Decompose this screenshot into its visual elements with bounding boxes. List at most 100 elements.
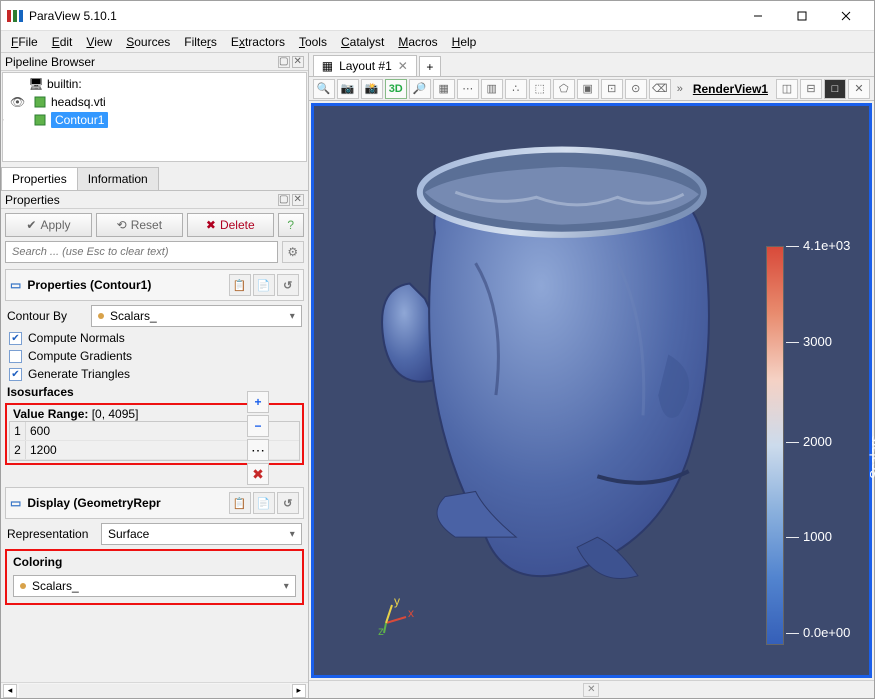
- menu-edit[interactable]: Edit: [46, 33, 79, 51]
- representation-label: Representation: [7, 527, 97, 541]
- 3d-toggle-button[interactable]: 3D: [385, 79, 407, 99]
- check-compute-gradients[interactable]: Compute Gradients: [1, 347, 308, 365]
- menu-filters[interactable]: Filters: [178, 33, 223, 51]
- menu-bar: FFileFile Edit View Sources Filters Extr…: [1, 31, 874, 53]
- copy-button[interactable]: 📋: [229, 492, 251, 514]
- camera-button[interactable]: 📷: [337, 79, 359, 99]
- svg-text:x: x: [408, 606, 414, 620]
- representation-combo[interactable]: Surface: [101, 523, 302, 545]
- server-icon: 🖥: [29, 77, 43, 91]
- menu-view[interactable]: View: [80, 33, 118, 51]
- visibility-eye-icon[interactable]: 👁: [2, 113, 3, 127]
- close-statusbar-icon[interactable]: ✕: [583, 683, 599, 697]
- close-tab-icon[interactable]: ✕: [398, 59, 408, 73]
- menu-macros[interactable]: Macros: [392, 33, 443, 51]
- hover-cells-button[interactable]: ⊡: [601, 79, 623, 99]
- help-button[interactable]: ?: [278, 213, 304, 237]
- pipeline-browser[interactable]: 🖥 builtin: 👁 headsq.vti 👁 Contour1: [2, 72, 307, 162]
- view-name-label[interactable]: RenderView1: [689, 82, 772, 96]
- minimize-button[interactable]: [736, 2, 780, 30]
- tab-information[interactable]: Information: [77, 167, 159, 190]
- collapse-icon: ▭: [10, 278, 21, 292]
- tick-label: 4.1e+03: [786, 238, 850, 253]
- clear-selection-button[interactable]: ⌫: [649, 79, 671, 99]
- dataset-icon: [33, 95, 47, 109]
- select-points-through-button[interactable]: ∴: [505, 79, 527, 99]
- pipeline-root[interactable]: 🖥 builtin:: [7, 75, 302, 93]
- menu-file[interactable]: FFileFile: [5, 33, 44, 51]
- render-view[interactable]: x y z 4.1e+03 3000 2000 1000 0.0e+00 Sca…: [311, 103, 872, 678]
- polygon-select-cells-button[interactable]: ⬚: [529, 79, 551, 99]
- delete-button[interactable]: ✖Delete: [187, 213, 274, 237]
- reset-icon: ⟲: [117, 218, 127, 232]
- scroll-left-icon[interactable]: ◂: [3, 684, 17, 698]
- clear-values-button[interactable]: ✖: [247, 463, 269, 485]
- remove-value-button[interactable]: −: [247, 415, 269, 437]
- dock-close-icon[interactable]: ✕: [292, 194, 304, 206]
- polygon-select-points-button[interactable]: ⬠: [553, 79, 575, 99]
- add-layout-button[interactable]: +: [419, 56, 441, 76]
- check-icon: ✔: [26, 218, 36, 232]
- dock-float-icon[interactable]: ▢: [278, 56, 290, 68]
- properties-section-header[interactable]: ▭ Properties (Contour1) 📋 📄 ↺: [5, 269, 304, 301]
- gear-icon: ⚙: [287, 245, 298, 259]
- close-view-button[interactable]: ✕: [848, 79, 870, 99]
- filter-icon: [33, 113, 47, 127]
- horizontal-scrollbar[interactable]: ◂ ▸: [1, 682, 308, 698]
- select-cells-through-button[interactable]: ▥: [481, 79, 503, 99]
- tab-properties[interactable]: Properties: [1, 167, 78, 190]
- layout-icon: ▦: [322, 59, 333, 73]
- pipeline-item-headsq[interactable]: 👁 headsq.vti: [7, 93, 302, 111]
- rendered-head-isosurface: [364, 111, 729, 588]
- split-vertical-button[interactable]: ⊟: [800, 79, 822, 99]
- menu-tools[interactable]: Tools: [293, 33, 333, 51]
- select-cells-button[interactable]: ▦: [433, 79, 455, 99]
- search-input[interactable]: [5, 241, 278, 263]
- layout-tab-1[interactable]: ▦ Layout #1 ✕: [313, 55, 417, 76]
- add-value-button[interactable]: +: [247, 391, 269, 413]
- range-values-button[interactable]: ⋯: [247, 439, 269, 461]
- view-toolbar: 🔍 📷 📸 3D 🔎 ▦ ⋯ ▥ ∴ ⬚ ⬠ ▣ ⊡ ⊙ ⌫ » RenderV…: [309, 77, 874, 101]
- check-generate-triangles[interactable]: ✔Generate Triangles: [1, 365, 308, 383]
- visibility-eye-icon[interactable]: 👁: [10, 95, 24, 109]
- split-horizontal-button[interactable]: ◫: [776, 79, 798, 99]
- paste-button[interactable]: 📄: [253, 274, 275, 296]
- scroll-right-icon[interactable]: ▸: [292, 684, 306, 698]
- menu-help[interactable]: Help: [446, 33, 483, 51]
- orientation-axes-icon: x y z: [374, 595, 414, 635]
- settings-button[interactable]: ⚙: [282, 241, 304, 263]
- hover-points-button[interactable]: ⊙: [625, 79, 647, 99]
- zoom-to-fit-button[interactable]: 🔎: [409, 79, 431, 99]
- reset-button[interactable]: ⟲Reset: [96, 213, 183, 237]
- maximize-view-button[interactable]: □: [824, 79, 846, 99]
- maximize-button[interactable]: [780, 2, 824, 30]
- pipeline-header: Pipeline Browser: [5, 55, 95, 69]
- delete-icon: ✖: [206, 218, 216, 232]
- apply-button[interactable]: ✔Apply: [5, 213, 92, 237]
- copy-button[interactable]: 📋: [229, 274, 251, 296]
- select-block-button[interactable]: ▣: [577, 79, 599, 99]
- point-data-icon: [98, 313, 104, 319]
- dock-close-icon[interactable]: ✕: [292, 56, 304, 68]
- color-legend[interactable]: 4.1e+03 3000 2000 1000 0.0e+00 Scalars_: [766, 246, 861, 645]
- paste-button[interactable]: 📄: [253, 492, 275, 514]
- select-points-button[interactable]: ⋯: [457, 79, 479, 99]
- menu-catalyst[interactable]: Catalyst: [335, 33, 390, 51]
- display-section-header[interactable]: ▭ Display (GeometryRepr 📋 📄 ↺: [5, 487, 304, 519]
- reload-button[interactable]: ↺: [277, 492, 299, 514]
- status-bar: ✕: [309, 680, 874, 698]
- snapshot-button[interactable]: 📸: [361, 79, 383, 99]
- tick-label: 1000: [786, 529, 832, 544]
- camera-reset-button[interactable]: 🔍: [313, 79, 335, 99]
- contour-by-combo[interactable]: Scalars_: [91, 305, 302, 327]
- svg-text:z: z: [378, 624, 384, 635]
- menu-sources[interactable]: Sources: [120, 33, 176, 51]
- menu-extractors[interactable]: Extractors: [225, 33, 291, 51]
- dock-float-icon[interactable]: ▢: [278, 194, 290, 206]
- reload-button[interactable]: ↺: [277, 274, 299, 296]
- tick-label: 3000: [786, 334, 832, 349]
- check-compute-normals[interactable]: ✔Compute Normals: [1, 329, 308, 347]
- close-button[interactable]: [824, 2, 868, 30]
- coloring-combo[interactable]: Scalars_: [13, 575, 296, 597]
- pipeline-item-contour1[interactable]: 👁 Contour1: [7, 111, 302, 129]
